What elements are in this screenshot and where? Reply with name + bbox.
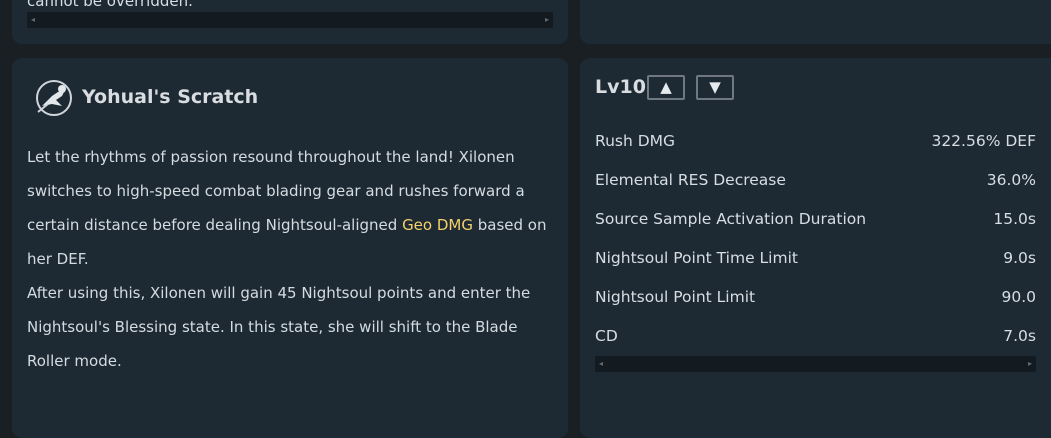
- cut-off-text: cannot be overridden.: [27, 0, 193, 10]
- horizontal-scrollbar[interactable]: ◂ ▸: [595, 356, 1036, 372]
- stat-value: 7.0s: [1003, 327, 1036, 345]
- stat-row: Elemental RES Decrease 36.0%: [595, 171, 1036, 203]
- stat-label: CD: [595, 327, 618, 345]
- scroll-right-icon[interactable]: ▸: [541, 12, 553, 28]
- skill-description: Let the rhythms of passion resound throu…: [27, 140, 557, 378]
- stat-label: Elemental RES Decrease: [595, 171, 786, 189]
- stat-row: Rush DMG 322.56% DEF: [595, 132, 1036, 164]
- stat-value: 90.0: [1001, 288, 1036, 306]
- stat-row: Nightsoul Point Limit 90.0: [595, 288, 1036, 320]
- stat-label: Nightsoul Point Limit: [595, 288, 756, 306]
- skill-icon: [36, 80, 72, 116]
- level-down-button[interactable]: ▼: [696, 75, 734, 100]
- desc-highlight: Geo DMG: [402, 216, 473, 234]
- scroll-left-icon[interactable]: ◂: [27, 12, 39, 28]
- stat-value: 9.0s: [1003, 249, 1036, 267]
- stat-row: Nightsoul Point Time Limit 9.0s: [595, 249, 1036, 281]
- horizontal-scrollbar[interactable]: ◂ ▸: [27, 12, 553, 28]
- stat-row: Source Sample Activation Duration 15.0s: [595, 210, 1036, 242]
- stat-value: 36.0%: [986, 171, 1036, 189]
- stat-value: 322.56% DEF: [931, 132, 1036, 150]
- top-left-card: cannot be overridden. ◂ ▸: [12, 0, 568, 44]
- stats-card: Lv10 ▲ ▼ Rush DMG 322.56% DEF Elemental …: [580, 58, 1051, 438]
- stat-row: CD 7.0s: [595, 327, 1036, 359]
- stat-label: Source Sample Activation Duration: [595, 210, 867, 228]
- top-right-card: [580, 0, 1051, 44]
- scroll-left-icon[interactable]: ◂: [595, 356, 607, 372]
- desc-text-2: After using this, Xilonen will gain 45 N…: [27, 284, 531, 370]
- scroll-right-icon[interactable]: ▸: [1024, 356, 1036, 372]
- skill-title: Yohual's Scratch: [82, 86, 259, 108]
- level-label: Lv10: [595, 76, 646, 98]
- stat-value: 15.0s: [993, 210, 1036, 228]
- skill-card: Yohual's Scratch Let the rhythms of pass…: [12, 58, 568, 438]
- stat-label: Nightsoul Point Time Limit: [595, 249, 798, 267]
- stat-label: Rush DMG: [595, 132, 676, 150]
- level-up-button[interactable]: ▲: [647, 75, 685, 100]
